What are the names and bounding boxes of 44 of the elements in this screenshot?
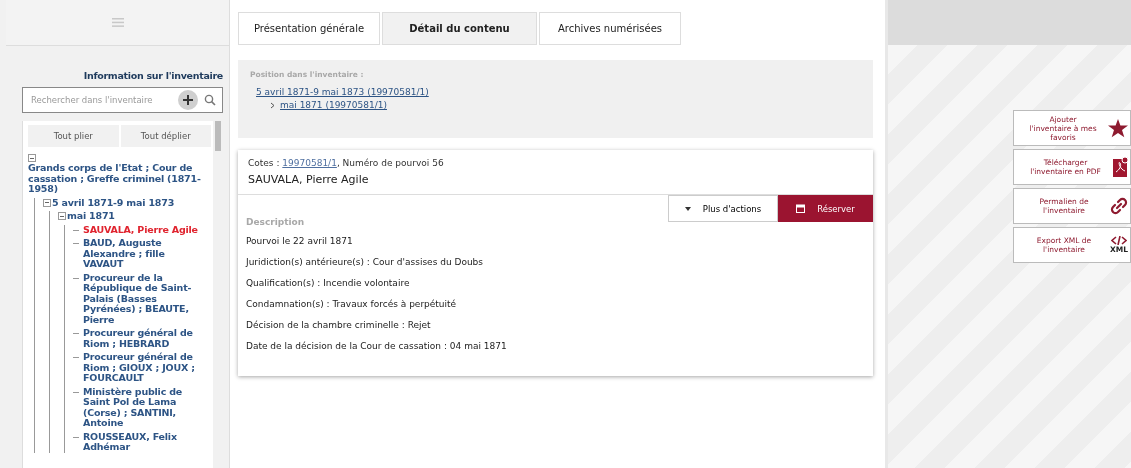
collapse-icon[interactable] [43, 198, 51, 207]
description-line: Pourvoi le 22 avril 1871 [246, 236, 354, 246]
reference-link[interactable]: 19970581/1 [282, 158, 337, 168]
more-actions-button[interactable]: Plus d'actions [668, 195, 778, 222]
tab[interactable]: Présentation générale [238, 12, 380, 45]
description-line: Décision de la chambre criminelle : Rejet [246, 320, 432, 330]
tree-item[interactable]: Grands corps de l'Etat ; Cour de cassation ; Greffe criminel (1871-1958) [28, 163, 211, 195]
tree-item[interactable]: Ministère public de Saint Pol de Lama (Corse) ; SANTINI, Antoine [83, 386, 203, 429]
description-line: Condamnation(s) : Travaux forcés à perpétuité [246, 299, 458, 309]
chevron-icon [270, 101, 275, 109]
calendar-icon [796, 204, 806, 213]
description-label: Description [246, 217, 306, 227]
tab[interactable]: Archives numérisées [539, 12, 681, 45]
breadcrumb-link[interactable]: mai 1871 (19970581/1) [280, 100, 387, 110]
record-title: SAUVALA, Pierre Agile [248, 173, 370, 186]
record-reference: Cotes : 19970581/1, Numéro de pourvoi 56 [248, 158, 445, 168]
chain-link-icon [1110, 197, 1128, 215]
tree-toggle-button[interactable]: Tout plier [28, 125, 119, 147]
tree-item[interactable]: 5 avril 1871-9 mai 1873 [52, 197, 175, 208]
caret-icon [684, 206, 691, 211]
collapse-icon[interactable] [58, 212, 66, 220]
search-bar[interactable]: Rechercher dans l'inventaire [22, 87, 223, 113]
tab[interactable]: Détail du contenu [382, 12, 537, 45]
star-icon [1108, 118, 1128, 138]
search-icon[interactable] [204, 94, 216, 106]
tree-item[interactable]: mai 1871 [67, 211, 115, 222]
reserve-button[interactable]: Réserver [778, 195, 873, 222]
tree-item[interactable]: Procureur général de Riom ; GIOUX ; JOUX ; FOURCAULT [83, 352, 203, 384]
tree-toggle-button[interactable]: Tout déplier [120, 125, 211, 147]
pdf-file-icon [1113, 157, 1128, 177]
description-line: Qualification(s) : Incendie volontaire [246, 278, 411, 288]
description-line: Juridiction(s) antérieure(s) : Cour d'assises du Doubs [246, 257, 484, 267]
collapse-icon[interactable] [28, 154, 36, 162]
code-icon [1111, 236, 1127, 245]
breadcrumb-link[interactable]: 5 avril 1871-9 mai 1873 (19970581/1) [256, 87, 429, 97]
tree-item[interactable]: BAUD, Auguste Alexandre ; fille VAVAUT [83, 238, 203, 270]
scrollbar[interactable] [213, 121, 223, 468]
tree-item[interactable]: Procureur de la République de Saint-Palais (Basses Pyrénées) ; BEAUTE, Pierre [83, 272, 203, 325]
add-icon[interactable] [178, 90, 198, 110]
tree-item[interactable]: SAUVALA, Pierre Agile [83, 224, 198, 235]
sidebar-heading: Information sur l'inventaire [82, 70, 223, 81]
tree-item[interactable]: ROUSSEAUX, Felix Adhémar [83, 431, 203, 453]
description-line: Date de la décision de la Cour de cassation : 04 mai 1871 [246, 341, 508, 351]
tree-item[interactable]: Procureur général de Riom ; HEBRARD [83, 328, 203, 349]
